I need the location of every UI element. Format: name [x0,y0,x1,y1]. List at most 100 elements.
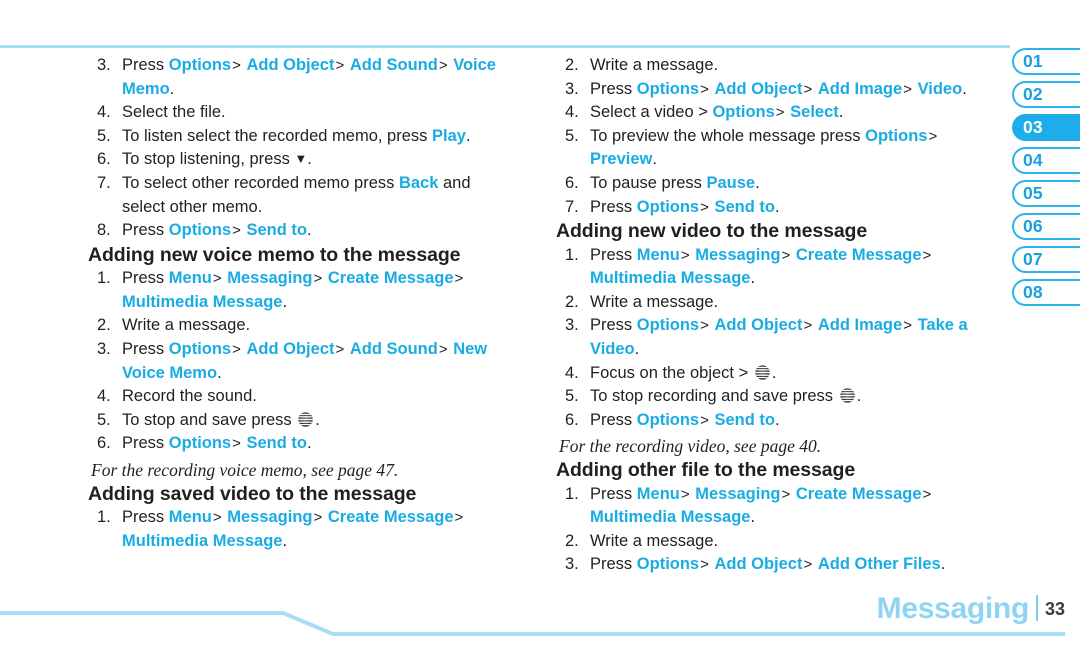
list-item: 2. Write a message. [565,291,986,315]
step-number: 5. [97,126,111,145]
step-number: 2. [97,316,111,335]
keyword-add-object: Add Object [714,555,803,574]
period: . [169,79,175,98]
period: . [838,103,844,122]
list-item: 4. Record the sound. [97,385,518,409]
step-text: Press Options> Send to. [122,434,312,452]
label-press: Press [122,508,165,527]
step-text: Press Options> Add Object> Add Image> Vi… [590,80,967,98]
step-number: 4. [565,363,579,382]
step-number: 3. [97,56,111,74]
chevron-separator: > [700,317,709,335]
label-press: Press [122,56,165,74]
step-text: Press Menu> Messaging> Create Message> M… [122,508,464,550]
list-item: 2. Write a message. [565,54,986,78]
list-item: 6. Press Options> Send to. [565,409,986,433]
chevron-separator: > [313,270,323,288]
keyword-options: Options [168,221,232,240]
period: . [634,339,640,358]
chapter-tab-03[interactable]: 03 [1012,114,1080,141]
chevron-separator: > [232,340,241,358]
att-globe-icon [839,387,856,404]
list-item: 7. Press Options> Send to. [565,196,986,220]
att-globe-icon [754,364,771,381]
keyword-multimedia-message: Multimedia Message [590,508,751,527]
chevron-separator: > [903,80,912,98]
keyword-menu: Menu [168,269,212,288]
keyword-send-to: Send to [714,197,775,216]
chevron-separator: > [700,411,709,429]
period: . [750,508,756,527]
manual-page: 3. Press Options> Add Object> Add Sound> … [0,0,1080,670]
step-text: Write a message. [590,531,719,550]
step-text: Press Options> Send to. [590,198,780,216]
period: . [315,410,320,429]
keyword-create-message: Create Message [795,484,922,503]
keyword-add-other-files: Add Other Files [817,555,941,574]
chevron-separator: > [438,340,448,358]
footer-page-number: 33 [1044,599,1065,619]
period: . [282,531,288,550]
chapter-tab-02[interactable]: 02 [1012,81,1080,108]
chapter-tab-06[interactable]: 06 [1012,213,1080,240]
chapter-tab-05[interactable]: 05 [1012,180,1080,207]
step-number: 6. [97,434,111,453]
heading-adding-other-file: Adding other file to the message [556,459,856,482]
period: . [217,363,222,382]
label-press: Press [122,339,165,358]
chevron-separator: > [903,317,912,335]
keyword-select: Select [790,103,839,122]
step-text: Press Options> Add Object> Add Sound> Ne… [122,340,487,382]
list-item: 2. Write a message. [97,314,518,338]
keyword-options: Options [636,555,700,574]
chapter-tab-strip[interactable]: 01 02 03 04 05 06 07 08 [1012,48,1080,312]
keyword-menu: Menu [636,245,680,264]
footer-chapter-title: Messaging [876,592,1030,625]
step-text: Press Options> Add Object> Add Image> Ta… [590,316,968,358]
chevron-separator: > [335,57,345,74]
period: . [755,173,760,192]
period: . [306,221,312,240]
keyword-messaging: Messaging [695,245,781,264]
chevron-separator: > [212,270,222,288]
list-item: 1. Press Menu> Messaging> Create Message>… [565,244,986,291]
chevron-separator: > [454,270,464,288]
label-press: Press [122,221,165,240]
chevron-separator: > [700,80,709,98]
top-rule [0,45,1010,48]
step-prefix: To stop recording and save press [590,387,838,406]
chapter-tab-01[interactable]: 01 [1012,48,1080,75]
keyword-preview: Preview [590,150,653,169]
keyword-send-to: Send to [714,410,775,429]
steps-voice-memo-continued: 3. Press Options> Add Object> Add Sound> … [97,54,518,243]
list-item: 3. Press Options> Add Object> Add Sound> … [97,54,518,101]
chapter-tab-08[interactable]: 08 [1012,279,1080,306]
chapter-tab-07[interactable]: 07 [1012,246,1080,273]
keyword-pause: Pause [706,173,756,192]
step-text: Select the file. [122,103,226,122]
step-text: Write a message. [590,292,719,311]
label-press: Press [122,434,165,453]
step-text: Press Options> Send to. [590,411,780,429]
chevron-separator: > [232,57,241,74]
steps-adding-new-video: 1. Press Menu> Messaging> Create Message>… [565,244,986,433]
keyword-add-image: Add Image [817,316,903,335]
list-item: 4. Select a video > Options> Select. [565,101,986,125]
period: . [307,150,312,169]
steps-adding-saved-video: 1. Press Menu> Messaging> Create Message>… [97,506,518,553]
period: . [306,434,312,453]
keyword-add-sound: Add Sound [349,339,438,358]
step-text: Press Options> Add Object> Add Sound> Vo… [122,56,496,98]
step-text: To pause press Pause. [590,174,760,192]
chevron-separator: > [700,198,709,216]
right-column: 2. Write a message. 3. Press Options> Add … [556,54,986,577]
step-number: 4. [565,103,579,122]
list-item: 1. Press Menu> Messaging> Create Message>… [565,483,986,530]
label-press: Press [590,410,633,429]
keyword-messaging: Messaging [227,269,313,288]
chapter-tab-04[interactable]: 04 [1012,147,1080,174]
step-text: Press Options> Add Object> Add Other Fil… [590,555,945,573]
list-item: 5. To stop and save press . [97,409,518,433]
step-text: Record the sound. [122,387,257,406]
arrow-down-icon: ▼ [294,151,308,167]
